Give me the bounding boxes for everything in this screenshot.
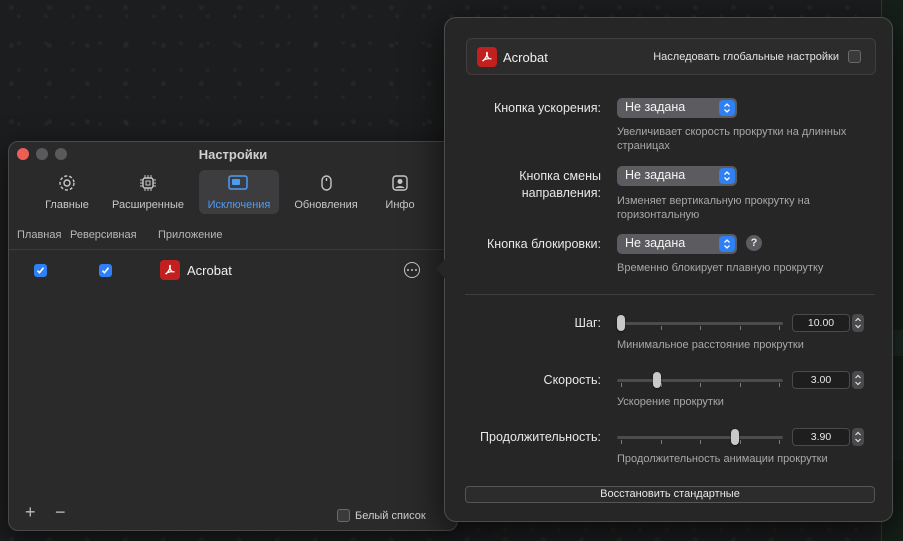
popover-arrow [436,258,446,280]
select-value: Не задана [625,236,686,250]
slider-tick [621,383,622,387]
lock-key-select[interactable]: Не задана [617,234,737,254]
tab-advanced[interactable]: Расширенные [107,170,189,214]
person-icon [390,170,410,199]
toolbar: Главные Расширенные Исключения Обновлени… [9,170,457,216]
chevron-updown-icon [719,236,735,252]
slider-tick [779,440,780,444]
table-header: Плавная Реверсивная Приложение [9,229,457,245]
chevron-updown-icon [719,168,735,184]
boost-key-select[interactable]: Не задана [617,98,737,118]
slider-knob[interactable] [653,372,661,388]
title-bar: Настройки [9,142,457,172]
acrobat-icon [160,260,180,280]
whitelist-toggle[interactable]: Белый список [337,509,426,522]
slider-tick [661,440,662,444]
chevron-updown-icon [719,100,735,116]
tab-label: Исключения [207,199,271,211]
duration-hint: Продолжительность анимации прокрутки [617,453,828,465]
tab-updates[interactable]: Обновления [290,170,362,214]
app-settings-popover: Acrobat Наследовать глобальные настройки… [444,17,893,522]
slider-tick [700,440,701,444]
slider-track [617,322,783,325]
step-label: Шаг: [574,316,601,330]
column-header-reverse[interactable]: Реверсивная [70,229,137,241]
app-name: Acrobat [187,263,232,278]
slider-tick [740,383,741,387]
remove-button[interactable]: − [55,503,66,521]
duration-label: Продолжительность: [480,430,601,444]
help-button[interactable]: ? [746,235,762,251]
tab-general[interactable]: Главные [39,170,95,214]
step-stepper[interactable] [852,314,864,332]
popover-app-name: Acrobat [503,50,548,65]
slider-tick [740,440,741,444]
whitelist-label: Белый список [355,509,426,522]
table-row[interactable]: Acrobat [9,259,457,283]
windows-icon [227,170,251,199]
gear-icon [57,170,77,199]
step-slider[interactable] [617,315,783,331]
slider-knob[interactable] [731,429,739,445]
slider-knob[interactable] [617,315,625,331]
speed-value-field[interactable]: 3.00 [792,371,850,389]
slider-tick [661,383,662,387]
tab-label: Инфо [385,199,415,211]
divider [9,249,457,250]
speed-slider[interactable] [617,372,783,388]
chip-icon [138,170,158,199]
slider-tick [661,326,662,330]
restore-defaults-button[interactable]: Восстановить стандартные [465,486,875,503]
divider [465,294,875,295]
inherit-global-label: Наследовать глобальные настройки [653,51,839,63]
inherit-global-checkbox[interactable] [848,50,861,63]
direction-key-hint: Изменяет вертикальную прокрутку на гориз… [617,195,810,221]
select-value: Не задана [625,100,686,114]
boost-key-hint: Увеличивает скорость прокрутки на длинны… [617,126,847,152]
duration-slider[interactable] [617,429,783,445]
direction-key-label: Кнопка смены направления: [519,169,601,200]
select-value: Не задана [625,168,686,182]
slider-tick [700,326,701,330]
direction-key-select[interactable]: Не задана [617,166,737,186]
settings-window: Настройки Главные Расширенные Исключения… [8,141,458,531]
slider-track [617,379,783,382]
slider-tick [779,326,780,330]
column-header-main[interactable]: Плавная [17,229,61,241]
slider-tick [779,383,780,387]
duration-value-field[interactable]: 3.90 [792,428,850,446]
slider-tick [700,383,701,387]
more-options-icon[interactable] [404,262,420,278]
reverse-checkbox[interactable] [99,264,112,277]
slider-track [617,436,783,439]
boost-key-label: Кнопка ускорения: [493,101,601,115]
bottom-bar: + − Белый список [9,500,457,530]
tab-info[interactable]: Инфо [375,170,425,214]
acrobat-icon [477,47,497,67]
duration-stepper[interactable] [852,428,864,446]
window-title: Настройки [198,147,268,162]
tab-label: Главные [45,199,89,211]
whitelist-checkbox[interactable] [337,509,350,522]
speed-label: Скорость: [543,373,601,387]
step-hint: Минимальное расстояние прокрутки [617,339,804,351]
tab-exceptions[interactable]: Исключения [199,170,279,214]
slider-tick [621,440,622,444]
tab-label: Обновления [294,199,358,211]
lock-key-label: Кнопка блокировки: [487,237,601,251]
column-header-app[interactable]: Приложение [158,229,223,241]
smooth-checkbox[interactable] [34,264,47,277]
speed-hint: Ускорение прокрутки [617,396,724,408]
tab-label: Расширенные [112,199,184,211]
speed-stepper[interactable] [852,371,864,389]
slider-tick [740,326,741,330]
add-button[interactable]: + [25,503,36,521]
popover-header: Acrobat Наследовать глобальные настройки [466,38,876,75]
mouse-refresh-icon [316,170,336,199]
step-value-field[interactable]: 10.00 [792,314,850,332]
lock-key-hint: Временно блокирует плавную прокрутку [617,262,824,274]
